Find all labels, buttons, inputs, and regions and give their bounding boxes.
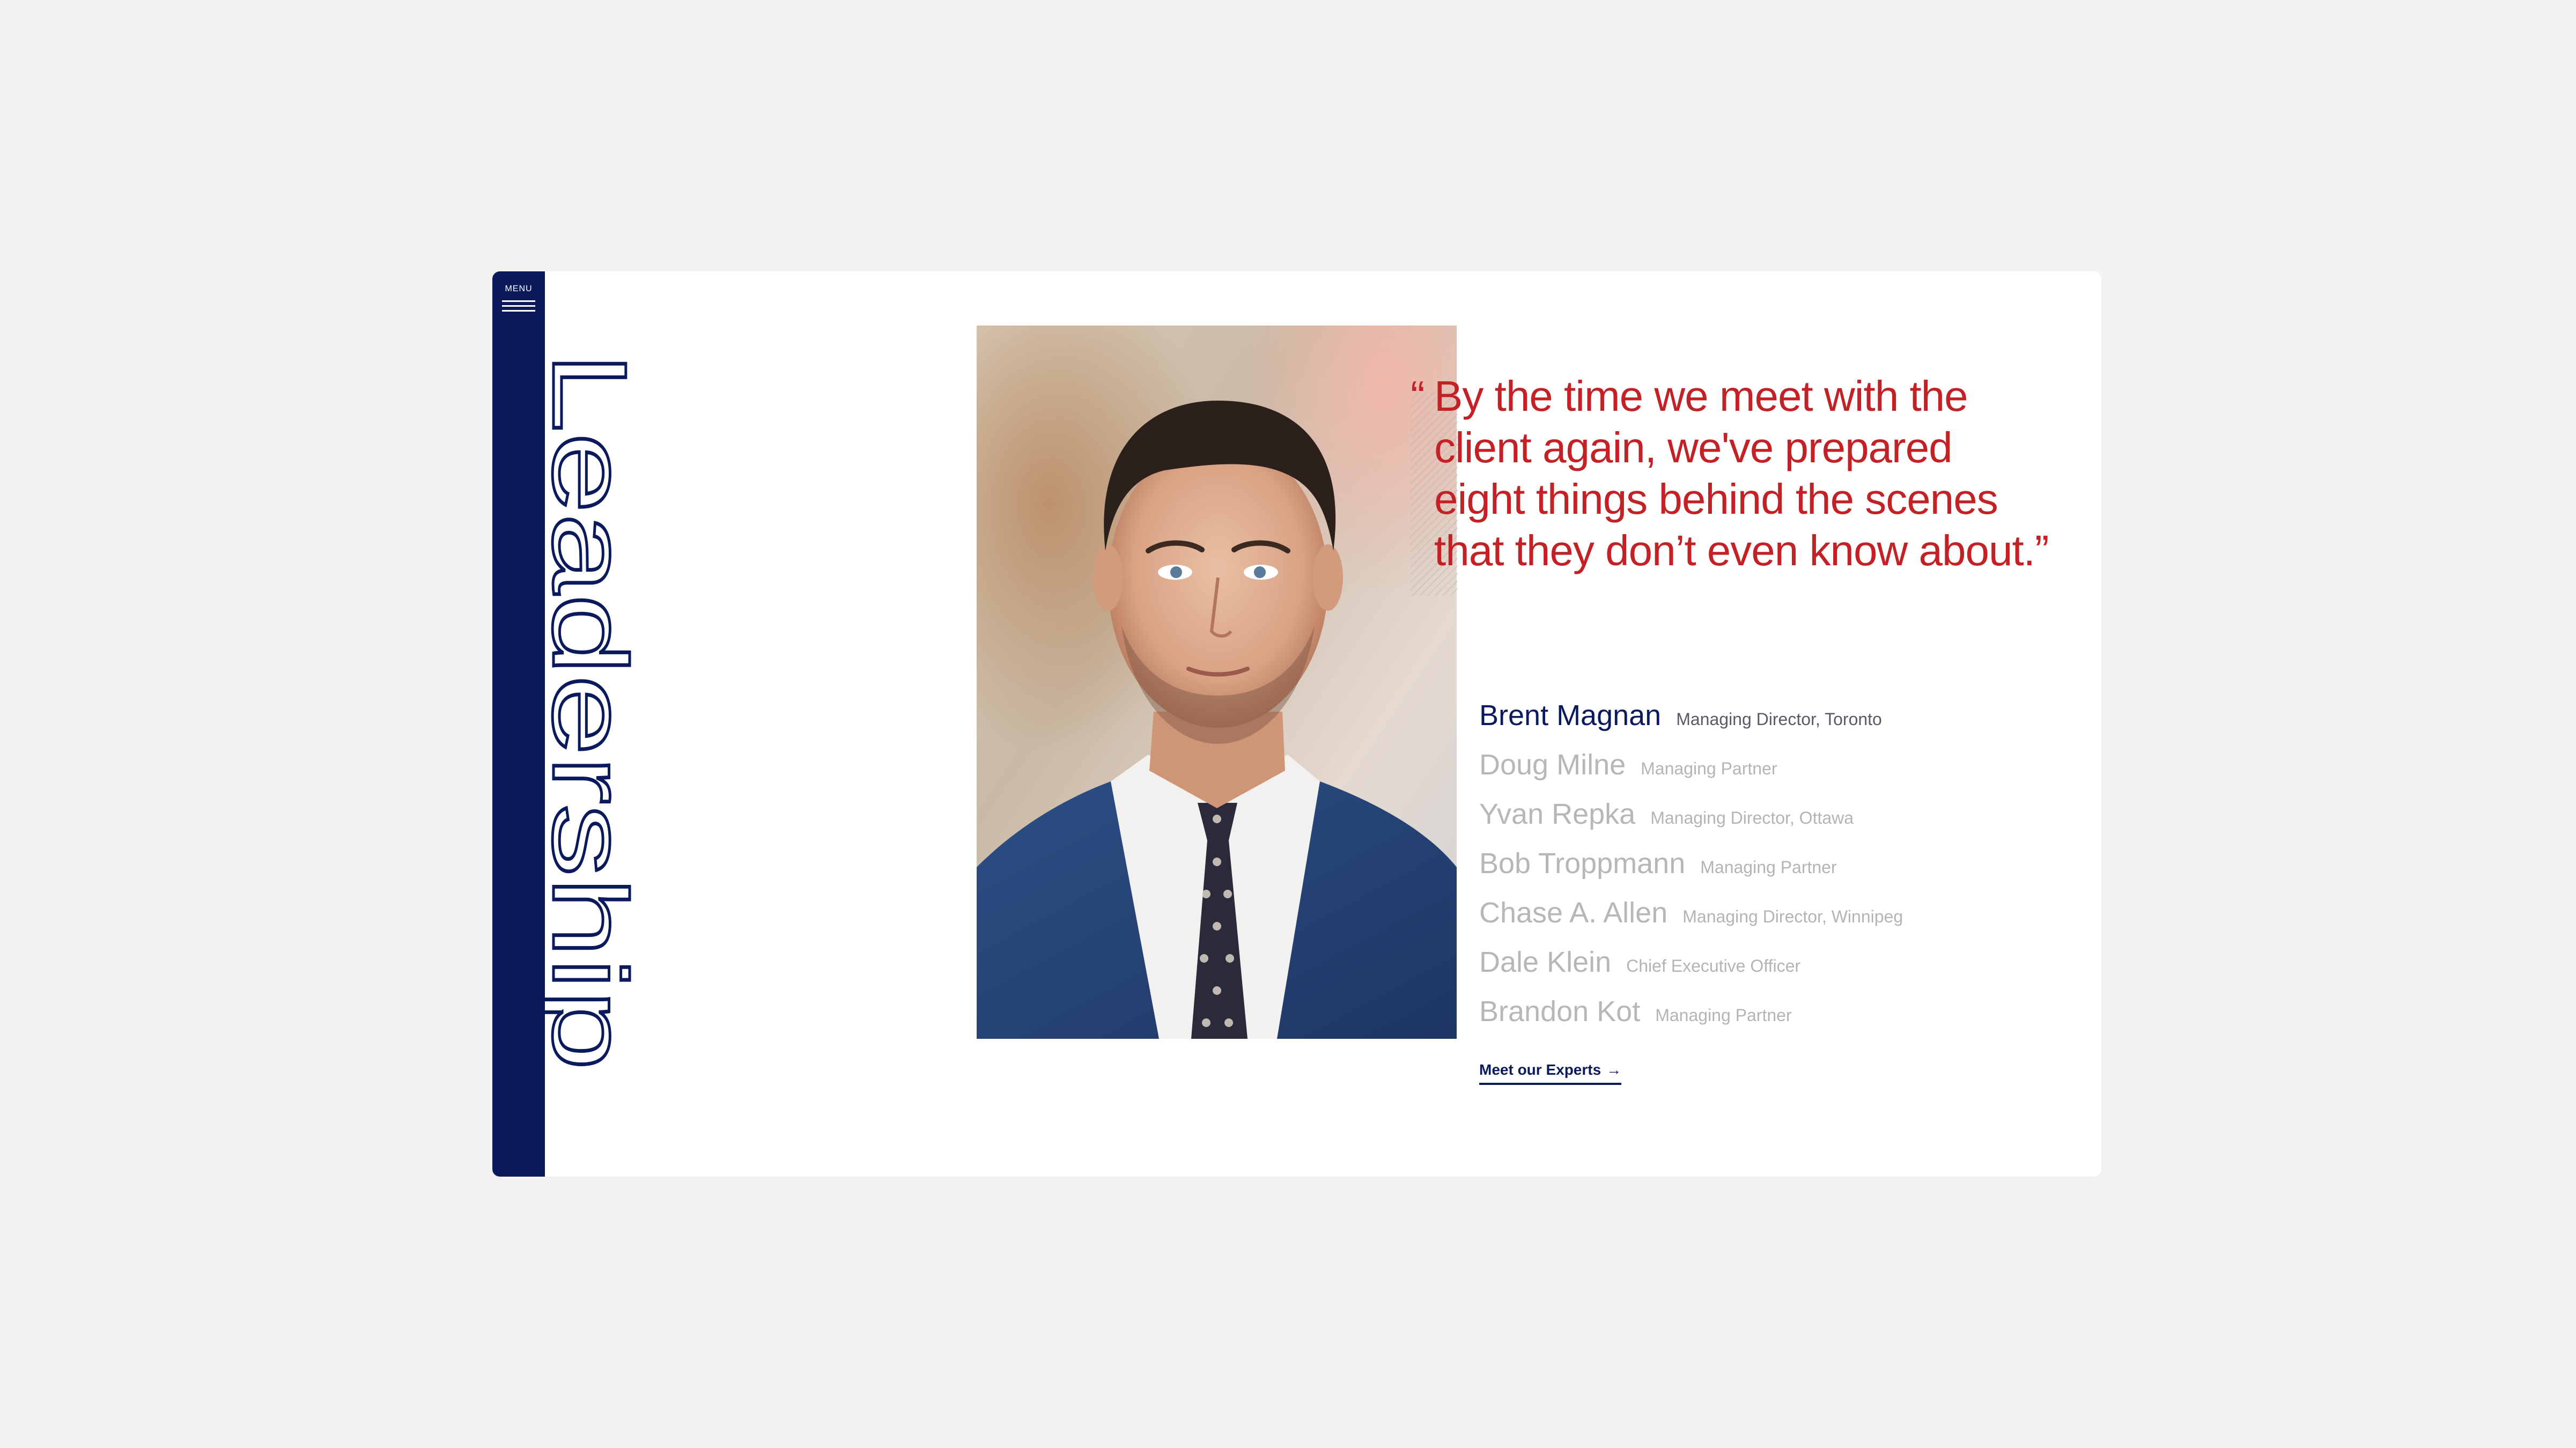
leader-item-yvan-repka[interactable]: Yvan Repka Managing Director, Ottawa xyxy=(1479,797,2069,847)
leader-item-bob-troppmann[interactable]: Bob Troppmann Managing Partner xyxy=(1479,847,2069,896)
meet-experts-label: Meet our Experts xyxy=(1479,1061,1601,1078)
leader-role: Chief Executive Officer xyxy=(1626,956,1801,976)
leader-name: Chase A. Allen xyxy=(1479,897,1668,929)
leader-name: Doug Milne xyxy=(1479,749,1626,781)
leader-role: Managing Partner xyxy=(1655,1006,1792,1025)
section-title-vertical: Leadership xyxy=(530,351,650,1072)
leader-name: Brandon Kot xyxy=(1479,995,1641,1028)
leader-item-doug-milne[interactable]: Doug Milne Managing Partner xyxy=(1479,748,2069,797)
quote-line: that they don’t even know about.” xyxy=(1434,527,2049,574)
leader-role: Managing Partner xyxy=(1641,759,1777,778)
leader-role: Managing Partner xyxy=(1700,858,1837,877)
quote-line: By the time we meet with the xyxy=(1434,372,1968,420)
quote-line: client again, we've prepared xyxy=(1434,424,1953,471)
meet-experts-link[interactable]: Meet our Experts → xyxy=(1479,1061,1622,1085)
leader-role: Managing Director, Toronto xyxy=(1676,710,1882,729)
leadership-card: MENU Leadership “ By the time we meet wi… xyxy=(492,271,2101,1177)
leader-list: Brent Magnan Managing Director, Toronto … xyxy=(1479,699,2069,1044)
leader-item-brent-magnan[interactable]: Brent Magnan Managing Director, Toronto xyxy=(1479,699,2069,748)
leader-role: Managing Director, Winnipeg xyxy=(1682,907,1903,926)
leader-name: Dale Klein xyxy=(1479,946,1612,978)
leader-item-chase-allen[interactable]: Chase A. Allen Managing Director, Winnip… xyxy=(1479,896,2069,945)
hamburger-icon[interactable] xyxy=(502,300,535,314)
leader-name: Yvan Repka xyxy=(1479,798,1636,830)
leader-name: Bob Troppmann xyxy=(1479,847,1686,880)
leader-name: Brent Magnan xyxy=(1479,699,1662,732)
leader-item-dale-klein[interactable]: Dale Klein Chief Executive Officer xyxy=(1479,945,2069,995)
section-title-text: Leadership xyxy=(531,352,648,1070)
leader-portrait xyxy=(977,326,1457,1039)
arrow-right-icon: → xyxy=(1606,1061,1622,1078)
quote-body: By the time we meet with the client agai… xyxy=(1411,371,2092,577)
portrait-illustration xyxy=(977,326,1457,1039)
quote-line: eight things behind the scenes xyxy=(1434,475,1998,523)
quote-open-mark: “ xyxy=(1411,372,1425,420)
leader-quote: “ By the time we meet with the client ag… xyxy=(1411,371,2092,577)
menu-label[interactable]: MENU xyxy=(492,284,545,294)
leader-item-brandon-kot[interactable]: Brandon Kot Managing Partner xyxy=(1479,995,2069,1044)
leader-role: Managing Director, Ottawa xyxy=(1650,808,1854,828)
